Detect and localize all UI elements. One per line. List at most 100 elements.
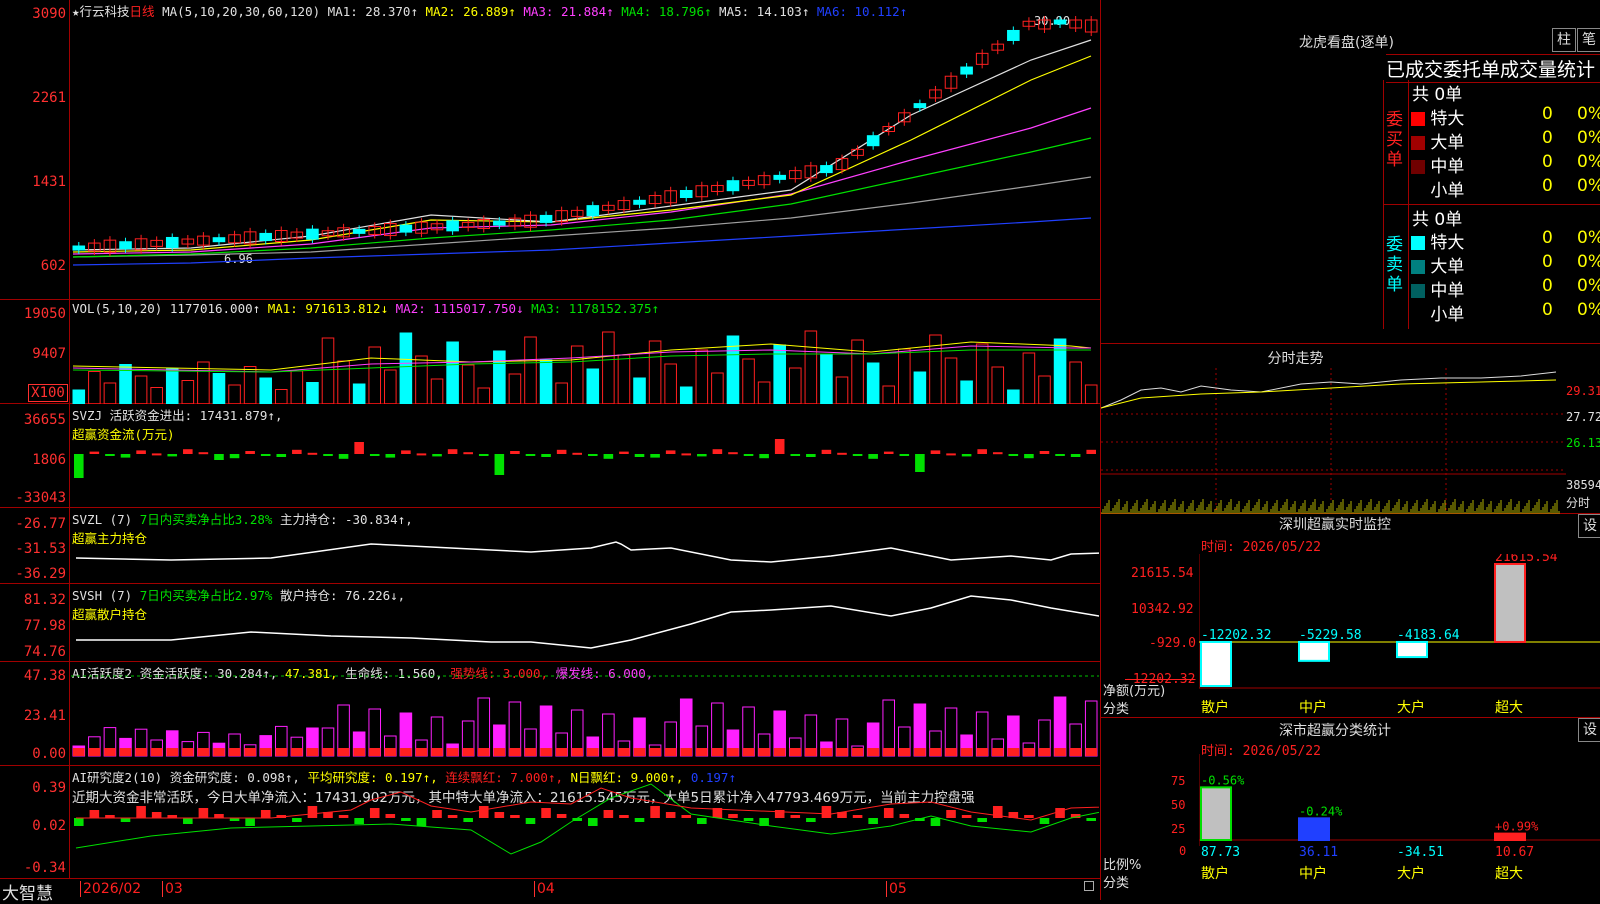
flow-bar (743, 454, 754, 456)
research-bar (790, 815, 801, 818)
research-bar (447, 815, 458, 818)
settings-button[interactable]: 设 (1578, 514, 1600, 538)
flow-bar (759, 454, 769, 459)
settings-button[interactable]: 设 (1578, 718, 1600, 742)
svzj-tick: 1806 (32, 452, 66, 468)
flow-bar (806, 454, 816, 457)
category-label: 中户 (1299, 865, 1327, 882)
volume-bar (975, 343, 989, 404)
activity-base-bar (446, 748, 459, 756)
activity-base-bar (976, 748, 988, 756)
net-flow-label: -4183.64 (1397, 628, 1460, 643)
flow-bar (634, 454, 645, 457)
flow-bar (214, 454, 224, 460)
activity-base-bar (571, 748, 583, 756)
volume-bar (898, 348, 911, 404)
volume-bar (913, 371, 927, 404)
color-swatch-icon (1411, 308, 1425, 322)
flow-bar (556, 449, 567, 454)
activity-base-bar (477, 748, 490, 756)
volume-bar (212, 373, 226, 404)
research-bar (541, 808, 551, 818)
volume-bar (1084, 384, 1098, 404)
sz-class-tick: 75 (1171, 774, 1186, 788)
sz-monitor-panel[interactable]: 深圳超赢实时监控 设 时间: 2026/05/22 21615.54 10342… (1100, 514, 1600, 718)
activity-base-bar (773, 748, 786, 756)
svzl-chart (75, 541, 1099, 563)
volume-bar (851, 339, 864, 404)
svzj-chart (74, 439, 1096, 478)
intraday-chart (1101, 368, 1566, 514)
flow-bar (338, 454, 349, 459)
bar-view-button[interactable]: 柱 (1552, 28, 1576, 52)
activity-base-bar (259, 748, 272, 756)
research-bar (151, 812, 162, 818)
volume-bar (228, 384, 241, 404)
activity-base-bar (914, 748, 926, 756)
svsh-pane[interactable]: 81.32 77.98 74.76 SVSH (7) 7日内买卖净占比2.97%… (0, 584, 1100, 662)
research-bar (478, 806, 489, 818)
category-label: 超大 (1495, 700, 1523, 716)
activity-base-bar (664, 748, 677, 756)
svsh-axis: 81.32 77.98 74.76 (0, 584, 70, 661)
date-axis: 大智慧 2026/02 03 04 05 (0, 879, 1100, 904)
net-flow-label: -12202.32 (1201, 628, 1271, 643)
price-tick: 602 (40, 258, 66, 274)
flow-bar (915, 454, 925, 472)
net-flow-bar (1494, 563, 1526, 643)
sz-class-panel[interactable]: 深市超赢分类统计 设 时间: 2026/05/22 75 50 25 0 比例%… (1100, 718, 1600, 900)
ratio-change-label: -0.24% (1299, 804, 1343, 818)
research-bar (1039, 818, 1050, 824)
sz-class-tick: 0 (1179, 844, 1187, 858)
category-label: 超大 (1495, 866, 1523, 882)
lock-icon[interactable] (1084, 881, 1094, 891)
volume-bar (757, 381, 771, 404)
volume-bar (633, 377, 646, 404)
lhb-row-name: 特大 (1425, 233, 1465, 253)
ratio-change-label: +0.99% (1495, 820, 1539, 834)
intraday-panel[interactable]: 分时走势 29.31 27.72 26.13 38594 分时 (1100, 344, 1600, 514)
volume-pane[interactable]: 19050 9407 X100 VOL(5,10,20) 1177016.000… (0, 300, 1100, 404)
ai-activity-axis: 47.38 23.41 0.00 (0, 662, 70, 765)
activity-base-bar (509, 748, 521, 756)
ai-research-tick: 0.02 (32, 818, 66, 834)
volume-bar (835, 376, 849, 404)
volume-bar (570, 345, 584, 404)
activity-base-bar (696, 748, 708, 756)
svzj-pane[interactable]: 36655 1806 -33043 SVZJ 活跃资金进出: 17431.879… (0, 404, 1100, 508)
net-flow-label: -5229.58 (1299, 628, 1362, 643)
research-bar (588, 818, 598, 826)
flow-bar (432, 454, 442, 457)
research-bar (369, 808, 380, 818)
lhb-row-count: 0 (1542, 104, 1553, 124)
price-pane[interactable]: 3090 2261 1431 602 ★行云科技日线 MA(5,10,20,30… (0, 0, 1100, 300)
color-swatch-icon (1411, 136, 1425, 150)
activity-base-bar (306, 748, 319, 756)
activity-bar (1053, 696, 1067, 757)
flow-bar (120, 454, 131, 458)
ai-activity-pane[interactable]: 47.38 23.41 0.00 AI活跃度2 资金活跃度: 30.284↑, … (0, 662, 1100, 766)
flow-bar (307, 452, 318, 455)
lhb-row-count: 0 (1542, 152, 1553, 172)
volume-bar (461, 364, 475, 404)
flow-bar (151, 453, 162, 456)
flow-bar (930, 450, 941, 454)
category-label: 中户 (1299, 699, 1327, 716)
lhb-row-name: 大单 (1425, 133, 1465, 153)
ai-research-pane[interactable]: 0.39 0.02 -0.34 AI研究度2(10) 资金研究度: 0.098↑… (0, 766, 1100, 879)
research-bar (603, 810, 614, 818)
svzl-pane[interactable]: -26.77 -31.53 -36.29 SVZL (7) 7日内买卖净占比3.… (0, 508, 1100, 584)
lhb-row-name: 小单 (1425, 305, 1465, 325)
flow-bar (1070, 454, 1081, 457)
ratio-bar (1494, 832, 1526, 841)
activity-base-bar (633, 748, 646, 756)
activity-base-bar (431, 748, 443, 756)
lhb-row-count: 0 (1542, 228, 1553, 248)
research-bar (136, 806, 146, 818)
flow-bar (541, 454, 551, 457)
activity-base-bar (1023, 748, 1035, 756)
tick-view-button[interactable]: 笔 (1577, 28, 1600, 52)
activity-base-bar (727, 748, 739, 756)
lhb-row: 小单 0 0% (1411, 300, 1600, 325)
volume-bar (399, 332, 413, 404)
